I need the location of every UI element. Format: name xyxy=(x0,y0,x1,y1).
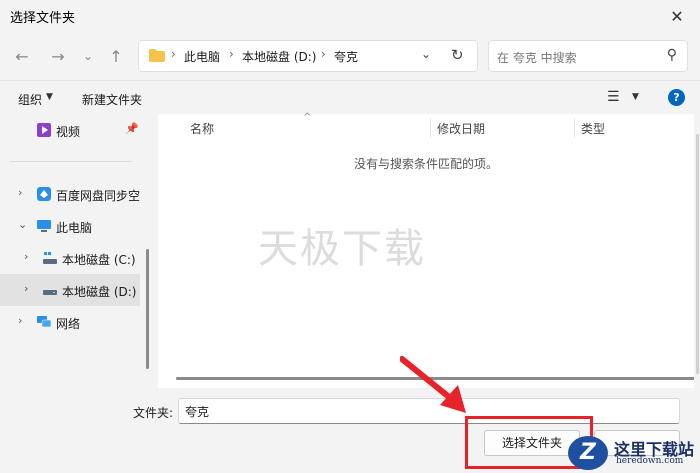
chevron-right-icon[interactable]: › xyxy=(18,314,22,327)
drive-icon xyxy=(43,290,57,295)
computer-icon xyxy=(37,220,51,232)
window-title: 选择文件夹 xyxy=(10,11,76,26)
sidebar-item-label: 视频 xyxy=(56,125,81,139)
sidebar-item-videos[interactable]: 视频 📌 xyxy=(0,114,140,146)
breadcrumb-this-pc[interactable]: 此电脑 xyxy=(184,48,220,65)
breadcrumb-local-disk-d[interactable]: 本地磁盘 (D:) xyxy=(242,48,316,65)
sidebar-item-label: 网络 xyxy=(56,317,81,331)
close-icon[interactable]: ✕ xyxy=(654,0,700,32)
column-divider[interactable] xyxy=(574,118,575,138)
logo-subtitle: heredown.com xyxy=(616,456,684,466)
annotation-arrow-icon xyxy=(400,356,466,413)
sidebar-item-network[interactable]: › 网络 xyxy=(0,306,140,338)
column-header-type[interactable]: 类型 xyxy=(581,120,605,137)
column-divider[interactable] xyxy=(430,118,431,138)
view-list-icon[interactable]: ☰ xyxy=(607,89,620,105)
sidebar-item-local-disk-d[interactable]: › 本地磁盘 (D:) xyxy=(0,274,140,306)
help-icon[interactable]: ? xyxy=(668,89,685,106)
system-drive-icon xyxy=(43,252,57,264)
sidebar-item-label: 百度网盘同步空 xyxy=(56,189,141,203)
sidebar-item-this-pc[interactable]: ⌄ 此电脑 xyxy=(0,210,140,242)
empty-results-message: 没有与搜索条件匹配的项。 xyxy=(353,157,498,171)
watermark-text: 天极下载 xyxy=(258,226,426,272)
sort-ascending-icon: ^ xyxy=(303,112,312,123)
scrollbar-thumb[interactable] xyxy=(696,134,699,374)
sidebar-scrollbar[interactable] xyxy=(146,249,149,369)
pin-icon[interactable]: 📌 xyxy=(125,122,139,135)
column-header-name[interactable]: 名称 xyxy=(190,120,214,137)
up-arrow-icon[interactable]: ↑ xyxy=(104,44,128,68)
breadcrumb-separator-icon: › xyxy=(229,47,234,61)
video-icon xyxy=(37,123,51,137)
search-box[interactable]: 在 夸克 中搜索 ⚲ xyxy=(488,40,688,72)
command-toolbar: 组织 ▼ 新建文件夹 ☰ ▼ ? xyxy=(0,80,700,114)
chevron-right-icon[interactable]: › xyxy=(18,186,22,199)
folder-label: 文件夹: xyxy=(133,406,174,420)
file-list-pane: ^ 名称 修改日期 类型 没有与搜索条件匹配的项。 天极下载 xyxy=(158,112,696,388)
address-bar[interactable]: › 此电脑 › 本地磁盘 (D:) › 夸克 ⌄ ↻ xyxy=(138,40,478,72)
navigation-pane: 视频 📌 › 百度网盘同步空 ⌄ 此电脑 › 本地磁盘 (C:) › 本地磁盘 … xyxy=(0,114,152,388)
folder-icon xyxy=(149,49,165,62)
chevron-down-icon[interactable]: ⌄ xyxy=(18,218,27,231)
vertical-scrollbar[interactable] xyxy=(694,114,700,388)
baidu-netdisk-icon xyxy=(37,187,51,201)
title-bar: 选择文件夹 ✕ xyxy=(0,0,700,32)
breadcrumb-separator-icon: › xyxy=(171,47,176,61)
organize-button[interactable]: 组织 xyxy=(18,91,42,108)
search-placeholder: 在 夸克 中搜索 xyxy=(497,51,577,65)
column-header-modified[interactable]: 修改日期 xyxy=(437,120,485,137)
network-icon xyxy=(37,316,52,328)
new-folder-button[interactable]: 新建文件夹 xyxy=(82,91,142,108)
sidebar-item-local-disk-c[interactable]: › 本地磁盘 (C:) xyxy=(0,242,140,274)
breadcrumb-quark[interactable]: 夸克 xyxy=(334,48,358,65)
sidebar-divider xyxy=(10,161,132,162)
sidebar-item-label: 此电脑 xyxy=(56,221,93,235)
search-icon: ⚲ xyxy=(666,47,677,63)
caret-down-icon[interactable]: ▼ xyxy=(46,92,53,102)
recent-locations-chevron-icon[interactable]: ⌄ xyxy=(76,44,100,68)
chevron-right-icon[interactable]: › xyxy=(24,250,28,263)
caret-down-icon[interactable]: ▼ xyxy=(632,92,639,102)
sidebar-item-baidu-netdisk[interactable]: › 百度网盘同步空 xyxy=(0,178,140,210)
breadcrumb-separator-icon: › xyxy=(321,47,326,61)
address-dropdown-chevron-icon[interactable]: ⌄ xyxy=(421,47,431,61)
back-arrow-icon[interactable]: ← xyxy=(10,44,34,68)
sidebar-item-label: 本地磁盘 (D:) xyxy=(62,285,137,299)
site-logo: Z 这里下载站 heredown.com xyxy=(568,434,700,473)
forward-arrow-icon[interactable]: → xyxy=(46,44,70,68)
chevron-right-icon[interactable]: › xyxy=(24,282,28,295)
logo-mark: Z xyxy=(568,436,608,470)
refresh-icon[interactable]: ↻ xyxy=(451,46,464,64)
sidebar-item-label: 本地磁盘 (C:) xyxy=(62,253,136,267)
navigation-bar: ← → ⌄ ↑ › 此电脑 › 本地磁盘 (D:) › 夸克 ⌄ ↻ 在 夸克 … xyxy=(0,32,700,80)
